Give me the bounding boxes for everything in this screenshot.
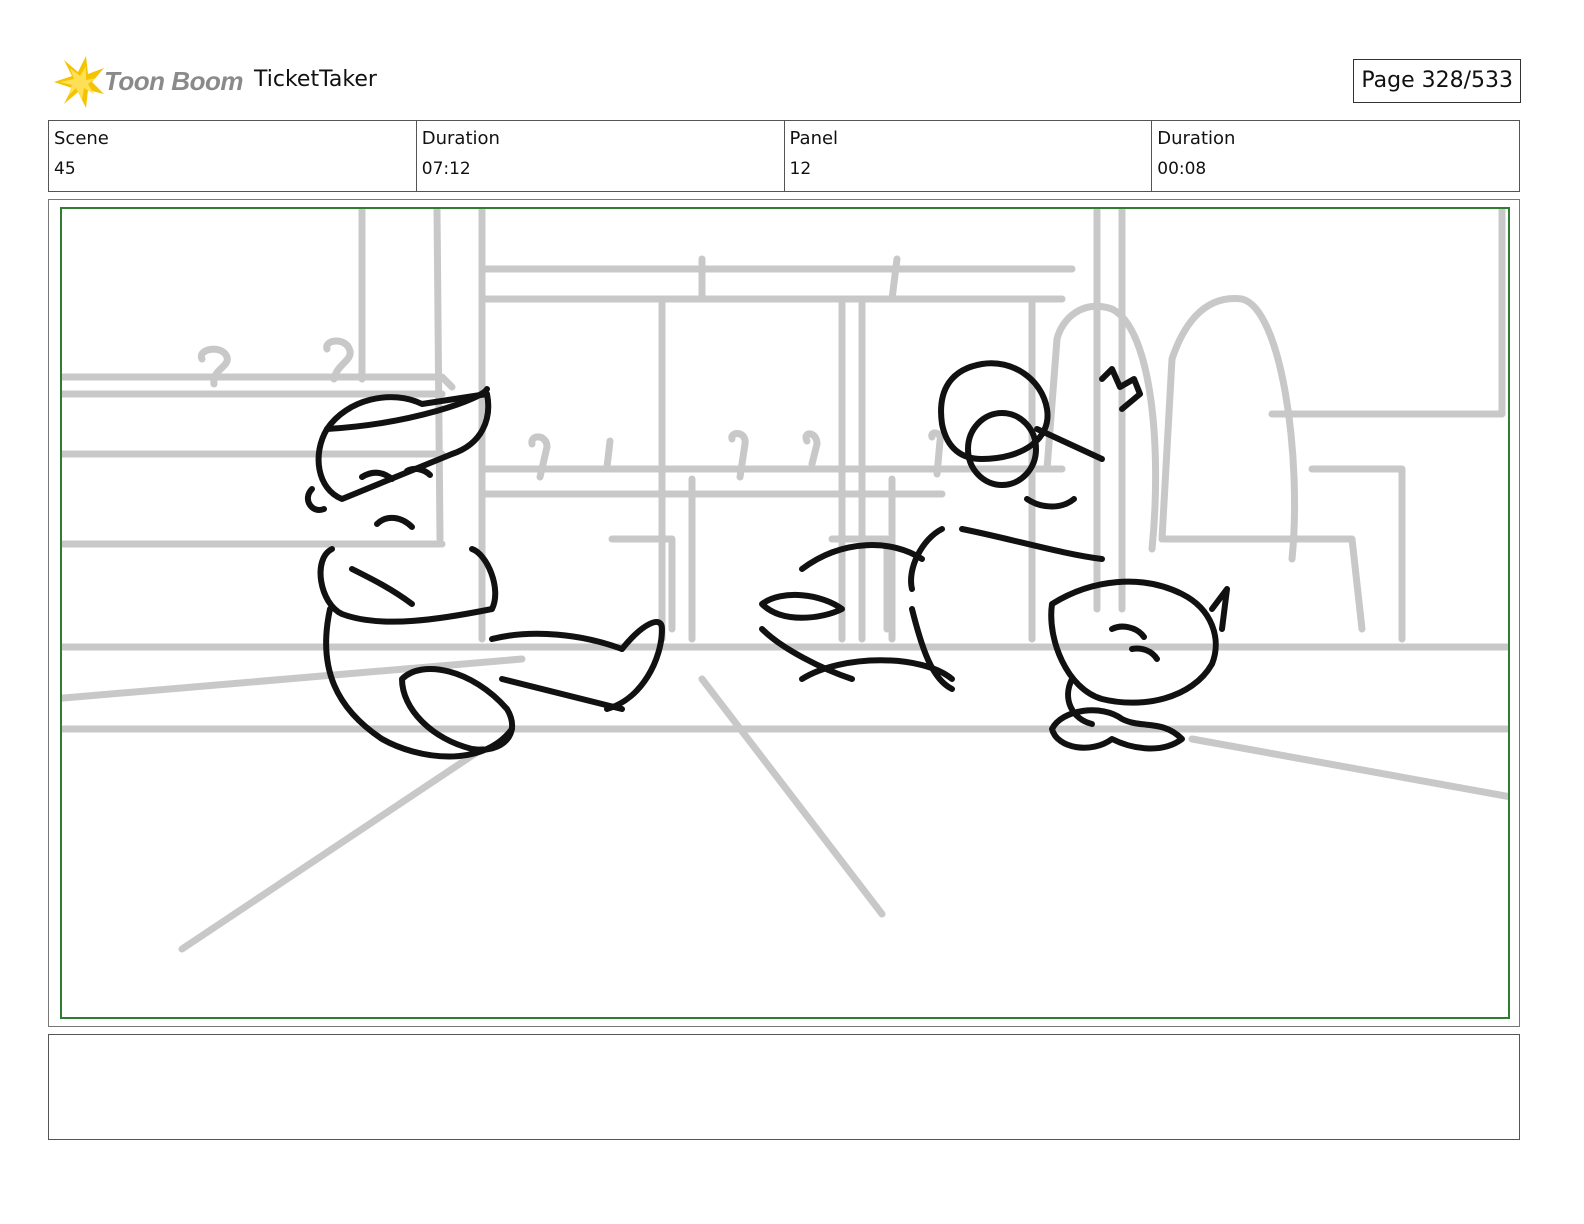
- scene-duration-value: 07:12: [421, 159, 471, 179]
- page-number: Page 328/533: [1353, 59, 1521, 103]
- scene-cell: Scene 45: [49, 121, 417, 191]
- toon-boom-logo: Toon Boom: [50, 54, 243, 110]
- storyboard-sketch: [62, 209, 1508, 953]
- panel-frame: [48, 199, 1520, 1027]
- panel-notes: [48, 1034, 1520, 1140]
- panel-duration-label: Duration: [1157, 128, 1236, 149]
- scene-label: Scene: [54, 128, 109, 149]
- panel-value: 12: [789, 159, 812, 179]
- panel-image: [60, 207, 1510, 1019]
- scene-duration-label: Duration: [421, 128, 500, 149]
- panel-label: Panel: [789, 128, 839, 149]
- project-title: TicketTaker: [254, 67, 377, 92]
- scene-duration-cell: Duration 07:12: [417, 121, 785, 191]
- panel-duration-cell: Duration 00:08: [1152, 121, 1519, 191]
- starburst-icon: [54, 56, 104, 108]
- characters-sketch: [304, 360, 1230, 760]
- panel-duration-value: 00:08: [1157, 159, 1207, 179]
- panel-cell: Panel 12: [785, 121, 1153, 191]
- logo-text: Toon Boom: [104, 66, 243, 96]
- background-sketch: [62, 209, 1508, 953]
- scene-value: 45: [54, 159, 76, 179]
- scene-info-table: Scene 45 Duration 07:12 Panel 12 Duratio…: [48, 120, 1520, 192]
- left-character-head: [315, 391, 492, 502]
